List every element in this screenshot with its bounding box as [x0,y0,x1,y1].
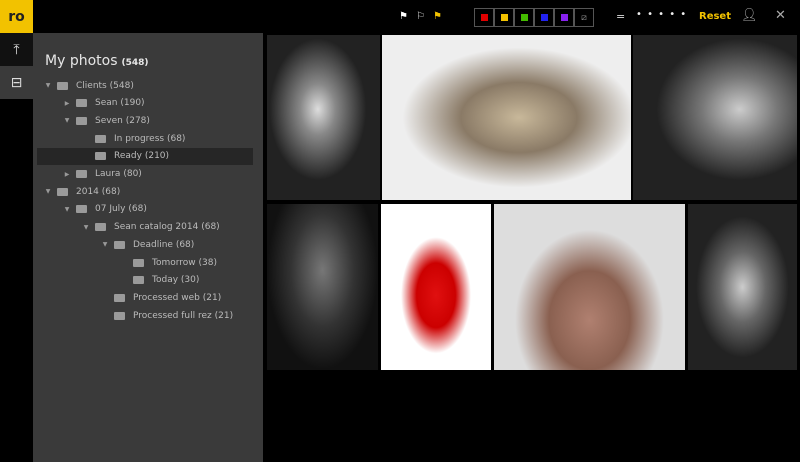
folder-icon [114,311,125,320]
folder-count: (80) [123,169,142,179]
color-label-button[interactable] [494,8,514,27]
photo-thumbnail-bw-woman-patterned-top[interactable] [688,204,797,370]
folder-count: (21) [202,292,222,303]
folder-count: (190) [120,98,145,109]
color-label-button[interactable] [554,8,574,27]
folders-button[interactable]: ⊟ [0,66,33,99]
photo-thumbnail-man-sunglasses-beige-blazer[interactable] [494,204,685,370]
expand-toggle[interactable]: ▶ [62,171,72,178]
folder-label: Ready [114,151,142,162]
photo-thumbnail-dancer-silhouette[interactable] [267,204,378,370]
photo-thumbnail-bw-blonde-profile[interactable] [382,35,631,200]
toolbar: ⚑ ⚐ ⚑ ⧄ = • • • • • Reset 👤︎ ✕ [33,0,800,33]
folder-label: Sean catalog 2014 [114,222,199,233]
photo-thumbnail-bw-man-looking-up[interactable] [633,35,797,200]
photo-thumbnail-woman-red-top[interactable] [381,204,491,370]
folder-count: (278) [125,115,150,126]
color-label-button[interactable] [514,8,534,27]
folder-icon [76,99,87,108]
folder-item[interactable]: Today (30) [37,272,253,289]
color-label-button[interactable] [534,8,554,27]
folder-icon [76,170,87,178]
folder-label: 07 July [95,204,126,215]
folder-label: 2014 [76,186,99,197]
user-icon[interactable]: 👤︎ [741,8,758,23]
folder-item[interactable]: ▼ Clients (548) [37,77,253,94]
folder-item[interactable]: ▶ Laura (80) [37,166,253,183]
folder-item[interactable]: ▼ 2014 (68) [37,183,253,200]
folder-label: Seven [95,115,123,126]
folder-icon [95,152,106,161]
no-color-icon: ⧄ [581,12,587,23]
upload-button[interactable]: ⤒ [0,33,33,66]
folder-count: (38) [198,257,218,268]
folder-icon [95,223,106,232]
folder-item[interactable]: ▼ Deadline (68) [37,236,253,253]
folder-label: In progress [114,133,165,144]
folder-label: Sean [95,98,118,109]
upload-icon: ⤒ [13,41,20,58]
folder-icon [114,293,125,302]
folder-count: (68) [166,133,186,144]
rating-dots[interactable]: • • • • • [636,9,687,20]
folder-item[interactable]: In progress (68) [37,130,253,147]
color-label-button[interactable] [474,8,494,27]
expand-toggle[interactable]: ▼ [43,188,53,195]
folder-item[interactable]: Processed web (21) [37,289,253,306]
folder-label: Processed web [133,292,200,303]
folder-label: Processed full rez [133,310,212,321]
folder-count: (21) [214,310,234,321]
folder-count: (210) [144,151,170,162]
folder-label: Clients [76,80,107,91]
expand-toggle[interactable]: ▼ [81,224,91,231]
folder-item[interactable]: Processed full rez (21) [37,307,253,324]
folder-label: Deadline [133,239,173,250]
folder-count: (68) [128,204,147,215]
folder-label: Laura [95,169,121,179]
expand-toggle[interactable]: ▶ [62,100,72,107]
expand-toggle[interactable]: ▼ [62,117,72,124]
folder-count: (68) [201,222,220,233]
close-icon[interactable]: ✕ [775,8,786,23]
photo-thumbnail-bw-model-arms-raised[interactable] [267,35,380,200]
folder-icon [76,205,87,214]
folder-count: (68) [101,186,121,197]
app-logo[interactable]: ro [0,0,33,33]
folder-icon [114,240,125,249]
folder-item[interactable]: Tomorrow (38) [37,254,253,271]
folder-label: Tomorrow [152,257,196,268]
folder-label: Today [152,275,179,286]
folder-count: (30) [180,275,200,286]
flag-white-button[interactable]: ⚑ [399,11,408,22]
folder-count: (548) [109,80,134,91]
folder-item[interactable]: ▼ Sean catalog 2014 (68) [37,219,253,236]
expand-toggle[interactable]: ▼ [43,82,53,89]
expand-toggle[interactable]: ▼ [100,241,110,248]
folder-count: (68) [175,239,195,250]
folder-icon [95,134,106,143]
folder-icon [57,187,68,196]
flag-yellow-button[interactable]: ⚑ [433,11,442,22]
folder-icon [133,258,144,267]
folder-panel: My photos (548) ▼ Clients (548) ▶ Sean (190)… [33,33,263,462]
reset-button[interactable]: Reset [699,11,731,22]
folder-tree-icon: ⊟ [10,74,23,91]
folder-icon [57,81,68,90]
rating-operator[interactable]: = [616,10,625,23]
no-color-button[interactable]: ⧄ [574,8,594,27]
flag-outline-button[interactable]: ⚐ [416,11,425,22]
folder-item[interactable]: ▼ 07 July (68) [37,201,253,218]
folder-item[interactable]: ▼ Seven (278) [37,112,253,129]
folder-item[interactable]: Ready (210) [37,147,253,165]
folder-icon [76,116,87,125]
panel-title: My photos (548) [45,53,149,69]
expand-toggle[interactable]: ▼ [62,206,72,213]
folder-item[interactable]: ▶ Sean (190) [37,95,253,112]
folder-icon [133,276,144,285]
